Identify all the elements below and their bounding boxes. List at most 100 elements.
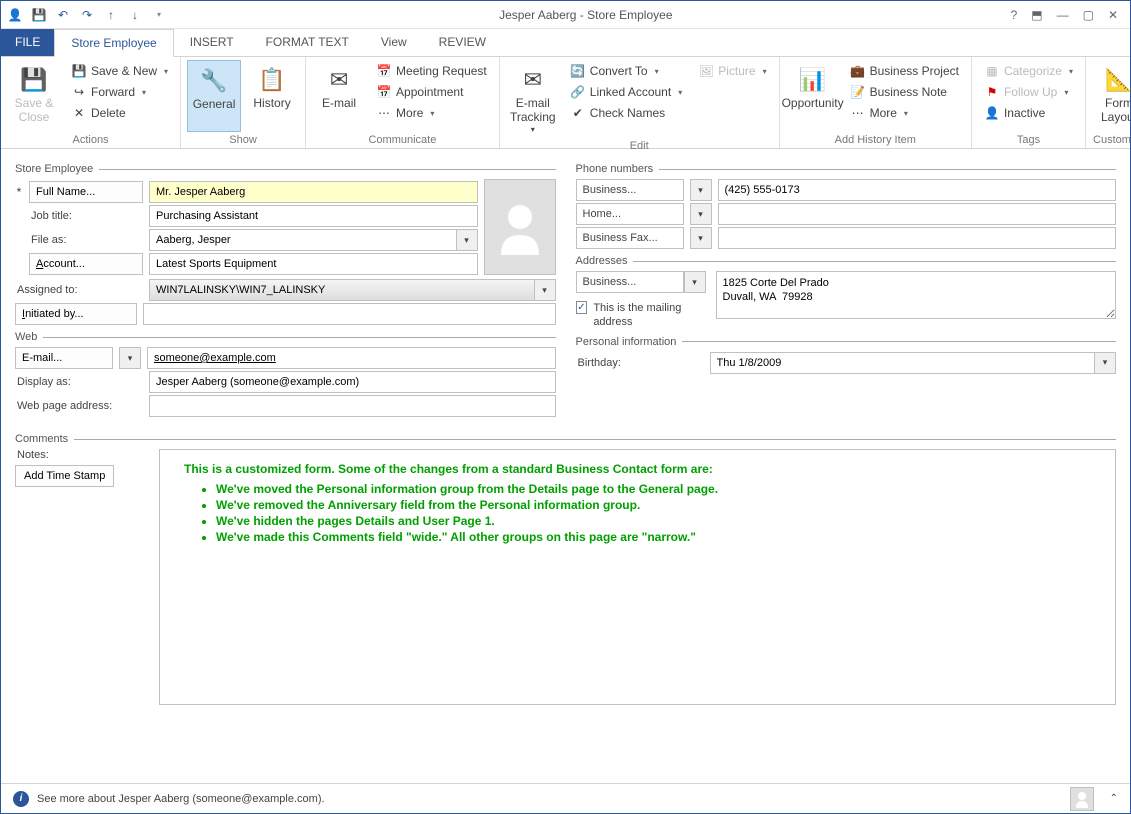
people-pane-toggle[interactable]: ⌃ — [1110, 793, 1118, 804]
addr-business-select[interactable]: Business... — [576, 271, 684, 293]
appointment-icon: 📅 — [376, 84, 392, 100]
maximize-icon[interactable]: ▢ — [1083, 8, 1094, 22]
birthday-dropdown[interactable]: ▾ — [1094, 352, 1116, 374]
layout-icon: 📐 — [1103, 64, 1131, 96]
info-icon[interactable]: i — [13, 791, 29, 807]
picture-button[interactable]: 🖼Picture — [694, 62, 770, 80]
silhouette-icon — [495, 197, 545, 257]
save-close-icon: 💾 — [18, 64, 50, 96]
phone-home-dd[interactable]: ▾ — [690, 203, 712, 225]
title-bar: 👤 💾 ↶ ↷ ↑ ↓ ▾ Jesper Aaberg - Store Empl… — [1, 1, 1130, 29]
web-field[interactable] — [149, 395, 556, 417]
save-new-button[interactable]: 💾Save & New — [67, 62, 172, 80]
people-pane-avatar[interactable] — [1070, 787, 1094, 811]
minimize-icon[interactable]: — — [1057, 8, 1069, 22]
group-show-label: Show — [187, 132, 299, 148]
status-bar: i See more about Jesper Aaberg (someone@… — [1, 783, 1130, 813]
delete-button[interactable]: ✕Delete — [67, 104, 172, 122]
phone-fax-dd[interactable]: ▾ — [690, 227, 712, 249]
tab-file[interactable]: FILE — [1, 29, 54, 56]
opportunity-icon: 📊 — [797, 64, 829, 96]
job-title-label: Job title: — [29, 210, 143, 222]
email-button[interactable]: ✉E-mail — [312, 60, 366, 132]
contact-photo[interactable] — [484, 179, 556, 275]
bproject-button[interactable]: 💼Business Project — [846, 62, 963, 80]
file-as-dropdown[interactable]: ▾ — [456, 229, 478, 251]
close-icon[interactable]: ✕ — [1108, 8, 1118, 22]
undo-icon[interactable]: ↶ — [55, 7, 71, 23]
ribbon-toggle-icon[interactable]: ⬒ — [1031, 8, 1042, 22]
convert-button[interactable]: 🔄Convert To — [566, 62, 686, 80]
job-title-field[interactable] — [149, 205, 478, 227]
account-field[interactable] — [149, 253, 478, 275]
tab-view[interactable]: View — [365, 29, 423, 56]
tracking-button[interactable]: ✉E-mail Tracking▾ — [506, 60, 560, 138]
email-field[interactable] — [147, 347, 556, 369]
section-web: Web — [15, 331, 556, 343]
comm-more-button[interactable]: ⋯More — [372, 104, 491, 122]
address-field[interactable] — [716, 271, 1117, 319]
group-customize-label: Customize — [1092, 132, 1131, 148]
tab-review[interactable]: REVIEW — [423, 29, 502, 56]
addr-business-dd[interactable]: ▾ — [684, 271, 706, 293]
meeting-button[interactable]: 📅Meeting Request — [372, 62, 491, 80]
notes-label: Notes: — [15, 449, 143, 461]
phone-business-dd[interactable]: ▾ — [690, 179, 712, 201]
initiated-field[interactable] — [143, 303, 556, 325]
redo-icon[interactable]: ↷ — [79, 7, 95, 23]
inactive-button[interactable]: 👤Inactive — [980, 104, 1077, 122]
notes-body[interactable]: This is a customized form. Some of the c… — [159, 449, 1116, 705]
followup-button[interactable]: ⚑Follow Up — [980, 83, 1077, 101]
general-button[interactable]: 🔧General — [187, 60, 241, 132]
phone-business-select[interactable]: Business... — [576, 179, 684, 201]
form-layout-button[interactable]: 📐Form Layout — [1092, 60, 1131, 132]
web-label: Web page address: — [15, 400, 143, 412]
inactive-icon: 👤 — [984, 105, 1000, 121]
phone-fax-field[interactable] — [718, 227, 1117, 249]
email-button-field[interactable]: E-mail... — [15, 347, 113, 369]
forward-icon: ↪ — [71, 84, 87, 100]
phone-fax-select[interactable]: Business Fax... — [576, 227, 684, 249]
history-button[interactable]: 📋History — [245, 60, 299, 132]
linked-button[interactable]: 🔗Linked Account — [566, 83, 686, 101]
tab-insert[interactable]: INSERT — [174, 29, 250, 56]
check-names-button[interactable]: ✔Check Names — [566, 104, 686, 122]
appointment-button[interactable]: 📅Appointment — [372, 83, 491, 101]
prev-arrow-icon[interactable]: ↑ — [103, 7, 119, 23]
tab-format-text[interactable]: FORMAT TEXT — [250, 29, 365, 56]
phone-home-field[interactable] — [718, 203, 1117, 225]
forward-button[interactable]: ↪Forward — [67, 83, 172, 101]
hist-more-button[interactable]: ⋯More — [846, 104, 963, 122]
qat-dropdown-icon[interactable]: ▾ — [151, 7, 167, 23]
categorize-icon: ▦ — [984, 63, 1000, 79]
categorize-button[interactable]: ▦Categorize — [980, 62, 1077, 80]
help-icon[interactable]: ? — [1011, 8, 1018, 22]
opportunity-button[interactable]: 📊Opportunity — [786, 60, 840, 132]
bnote-button[interactable]: 📝Business Note — [846, 83, 963, 101]
notes-bullet: We've removed the Anniversary field from… — [216, 498, 1091, 512]
next-arrow-icon[interactable]: ↓ — [127, 7, 143, 23]
initiated-button[interactable]: Initiated by... — [15, 303, 137, 325]
display-as-field[interactable] — [149, 371, 556, 393]
save-close-button[interactable]: 💾 Save & Close — [7, 60, 61, 132]
birthday-field[interactable] — [710, 352, 1095, 374]
more2-icon: ⋯ — [850, 105, 866, 121]
assigned-field[interactable] — [149, 279, 534, 301]
assigned-dropdown[interactable]: ▾ — [534, 279, 556, 301]
full-name-button[interactable]: Full Name... — [29, 181, 143, 203]
convert-icon: 🔄 — [570, 63, 586, 79]
email-dropdown[interactable]: ▾ — [119, 347, 141, 369]
phone-business-field[interactable] — [718, 179, 1117, 201]
linked-icon: 🔗 — [570, 84, 586, 100]
notes-bullet: We've moved the Personal information gro… — [216, 482, 1091, 496]
group-actions-label: Actions — [7, 132, 174, 148]
account-button[interactable]: Account... — [29, 253, 143, 275]
phone-home-select[interactable]: Home... — [576, 203, 684, 225]
section-comments: Comments — [15, 433, 1116, 445]
full-name-field[interactable] — [149, 181, 478, 203]
save-icon[interactable]: 💾 — [31, 7, 47, 23]
tab-store-employee[interactable]: Store Employee — [54, 29, 173, 57]
file-as-field[interactable] — [149, 229, 456, 251]
mailing-checkbox[interactable]: ✓ — [576, 301, 588, 314]
add-timestamp-button[interactable]: Add Time Stamp — [15, 465, 114, 487]
